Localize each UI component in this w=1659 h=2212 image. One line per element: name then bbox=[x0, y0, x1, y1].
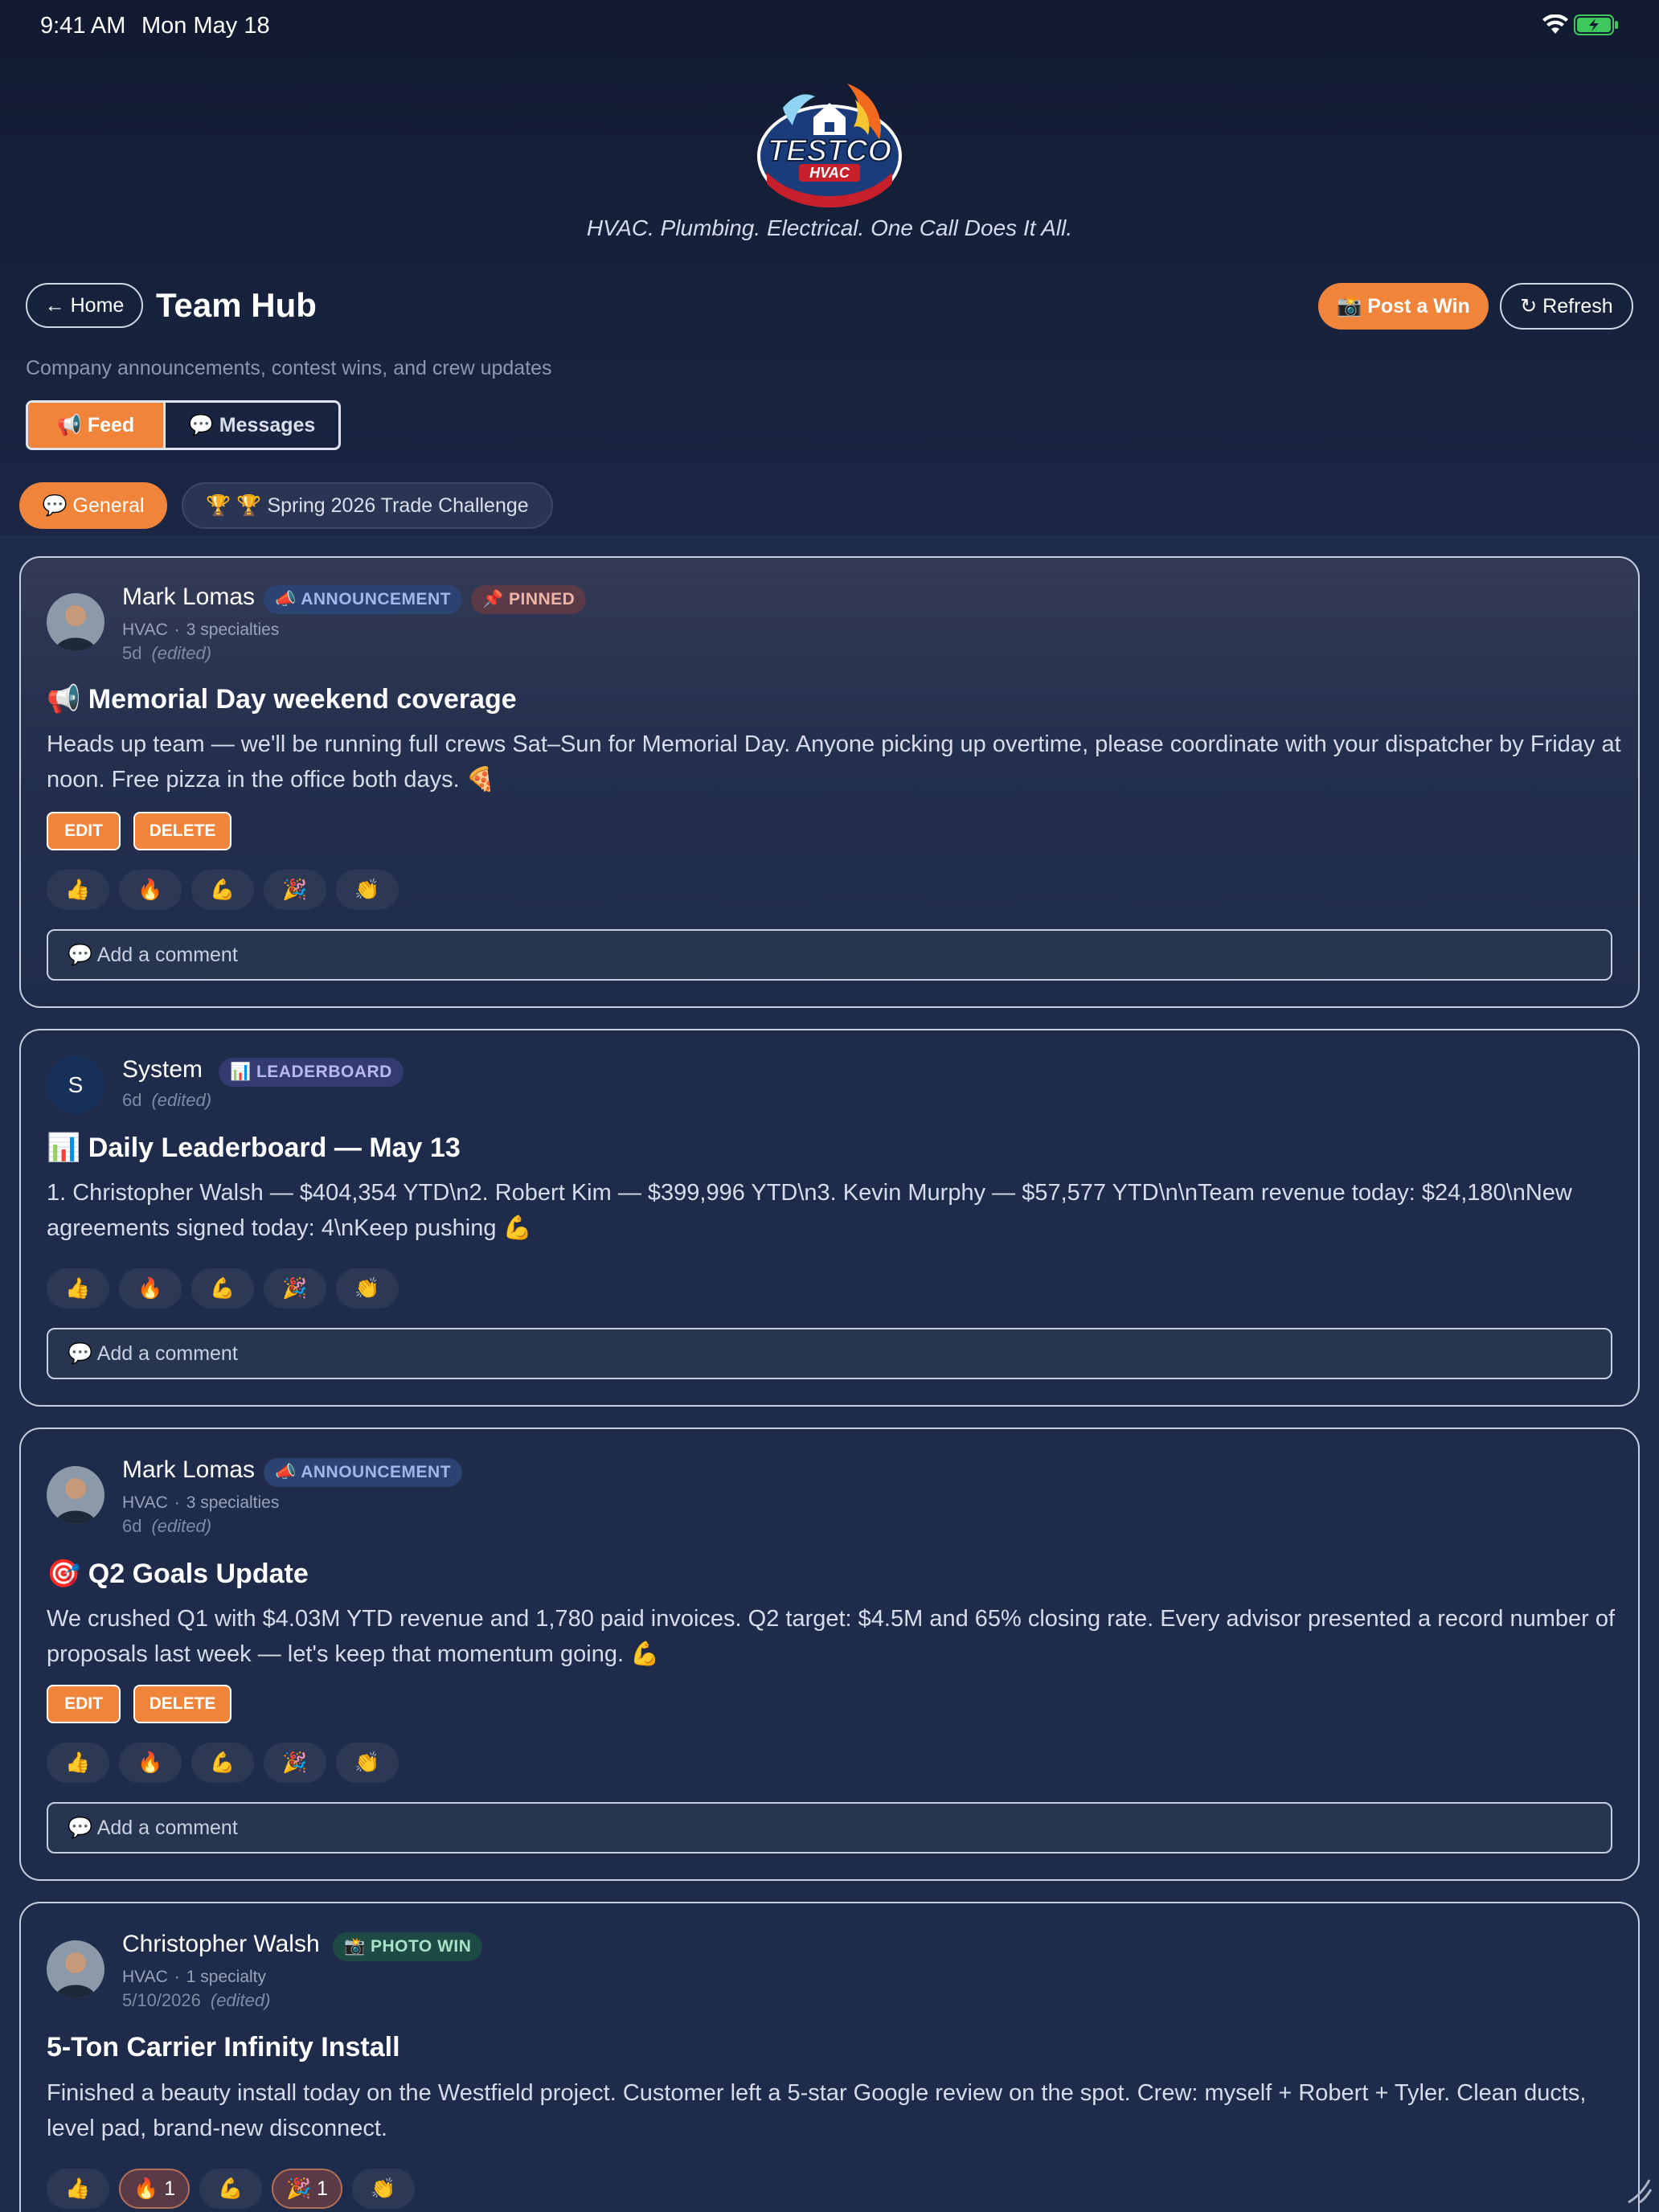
reaction-muscle[interactable]: 💪 bbox=[199, 2169, 262, 2209]
announcement-badge: 📣 ANNOUNCEMENT bbox=[264, 1458, 463, 1487]
reaction-muscle[interactable]: 💪 bbox=[191, 1743, 254, 1783]
post-time: 6d (edited) bbox=[122, 1090, 212, 1110]
comment-input[interactable]: 💬 Add a comment bbox=[47, 1328, 1612, 1379]
avatar: S bbox=[47, 1056, 104, 1114]
tagline: HVAC. Plumbing. Electrical. One Call Doe… bbox=[586, 215, 1073, 240]
avatar bbox=[47, 1940, 104, 1998]
feed-post: S System 📊 LEADERBOARD 6d (edited) 📊 Dail… bbox=[19, 1029, 1640, 1407]
feed-post: Mark Lomas 📣 ANNOUNCEMENT 📌 PINNED HVAC ·… bbox=[19, 556, 1640, 1008]
reaction-party[interactable]: 🎉 bbox=[264, 1268, 326, 1309]
reaction-muscle[interactable]: 💪 bbox=[191, 1268, 254, 1309]
reaction-clap[interactable]: 👏 bbox=[336, 1268, 399, 1309]
author-specialties: 3 specialties bbox=[186, 1493, 280, 1512]
author-trade: HVAC bbox=[122, 1493, 168, 1512]
reaction-row: 👍 🔥 💪 🎉 👏 bbox=[47, 1268, 399, 1309]
post-author[interactable]: Mark Lomas bbox=[122, 584, 255, 611]
post-title: 📢 Memorial Day weekend coverage bbox=[47, 684, 517, 715]
reaction-row: 👍 🔥 💪 🎉 👏 bbox=[47, 870, 399, 910]
reaction-thumbs-up[interactable]: 👍 bbox=[47, 2169, 109, 2209]
reaction-fire[interactable]: 🔥 1 bbox=[119, 2169, 190, 2209]
reaction-row: 👍 🔥 💪 🎉 👏 bbox=[47, 1743, 399, 1783]
announcement-badge: 📣 ANNOUNCEMENT bbox=[264, 585, 463, 614]
post-title: 📊 Daily Leaderboard — May 13 bbox=[47, 1133, 461, 1163]
comment-input[interactable]: 💬 Add a comment bbox=[47, 929, 1612, 981]
pinned-badge: 📌 PINNED bbox=[471, 585, 587, 614]
author-trade: HVAC bbox=[122, 621, 168, 639]
post-body: We crushed Q1 with $4.03M YTD revenue an… bbox=[47, 1606, 1616, 1667]
feed-post: Mark Lomas 📣 ANNOUNCEMENT HVAC · 3 special… bbox=[19, 1428, 1640, 1881]
post-author[interactable]: System bbox=[122, 1056, 203, 1083]
delete-button[interactable]: DELETE bbox=[133, 812, 231, 850]
reaction-fire[interactable]: 🔥 bbox=[119, 1268, 182, 1309]
status-bar: 9:41 AM Mon May 18 bbox=[0, 0, 1659, 51]
page-title: Team Hub bbox=[156, 286, 317, 324]
feed-post: Christopher Walsh 📸 PHOTO WIN HVAC · 1 spe… bbox=[19, 1902, 1640, 2212]
author-meta: HVAC · 1 specialty bbox=[122, 1968, 267, 1986]
comment-input[interactable]: 💬 Add a comment bbox=[47, 1802, 1612, 1854]
reaction-clap[interactable]: 👏 bbox=[351, 2169, 415, 2209]
edit-button[interactable]: EDIT bbox=[47, 812, 121, 850]
author-specialties: 3 specialties bbox=[186, 621, 280, 639]
post-time: 6d (edited) bbox=[122, 1516, 212, 1536]
post-author[interactable]: Mark Lomas bbox=[122, 1456, 255, 1484]
testco-logo: TESTCO HVAC bbox=[757, 84, 902, 208]
reaction-party[interactable]: 🎉 bbox=[264, 1743, 326, 1783]
post-body: 1. Christopher Walsh — $404,354 YTD\n2. … bbox=[47, 1180, 1572, 1241]
view-tabs: 📢 Feed 💬 Messages bbox=[26, 400, 341, 450]
post-a-win-button[interactable]: 📸 Post a Win bbox=[1318, 283, 1489, 330]
reaction-clap[interactable]: 👏 bbox=[336, 870, 399, 910]
post-title: 5-Ton Carrier Infinity Install bbox=[47, 2032, 400, 2062]
author-specialties: 1 specialty bbox=[186, 1968, 267, 1986]
channel-spring-challenge[interactable]: 🏆 🏆 Spring 2026 Trade Challenge bbox=[182, 482, 553, 529]
post-body: Finished a beauty install today on the W… bbox=[47, 2080, 1587, 2141]
refresh-button[interactable]: ↻ Refresh bbox=[1500, 283, 1633, 330]
logo-subtext: HVAC bbox=[809, 165, 850, 181]
reaction-clap[interactable]: 👏 bbox=[336, 1743, 399, 1783]
status-time: 9:41 AM bbox=[40, 13, 126, 39]
author-meta: HVAC · 3 specialties bbox=[122, 621, 280, 639]
reaction-thumbs-up[interactable]: 👍 bbox=[47, 1743, 109, 1783]
channel-general[interactable]: 💬 General bbox=[19, 482, 167, 529]
photo-win-badge: 📸 PHOTO WIN bbox=[333, 1932, 483, 1961]
page-subtitle: Company announcements, contest wins, and… bbox=[26, 357, 552, 379]
reaction-thumbs-up[interactable]: 👍 bbox=[47, 870, 109, 910]
post-time: 5/10/2026 (edited) bbox=[122, 1990, 271, 2010]
status-date: Mon May 18 bbox=[141, 13, 270, 39]
home-button[interactable]: ← Home bbox=[26, 283, 143, 328]
post-author[interactable]: Christopher Walsh bbox=[122, 1931, 320, 1958]
battery-charging-icon bbox=[1574, 14, 1618, 35]
reaction-party[interactable]: 🎉 1 bbox=[271, 2169, 342, 2209]
author-trade: HVAC bbox=[122, 1968, 168, 1986]
reaction-fire[interactable]: 🔥 bbox=[119, 1743, 182, 1783]
post-body: Heads up team — we'll be running full cr… bbox=[47, 731, 1621, 793]
post-title: 🎯 Q2 Goals Update bbox=[47, 1559, 309, 1589]
leaderboard-badge: 📊 LEADERBOARD bbox=[219, 1058, 403, 1087]
reaction-row: 👍 🔥 1 💪 🎉 1 👏 bbox=[47, 2169, 415, 2209]
author-meta: HVAC · 3 specialties bbox=[122, 1493, 280, 1512]
avatar bbox=[47, 1466, 104, 1524]
reaction-fire[interactable]: 🔥 bbox=[119, 870, 182, 910]
resize-handle-icon[interactable] bbox=[1622, 2173, 1654, 2206]
reaction-muscle[interactable]: 💪 bbox=[191, 870, 254, 910]
wifi-icon bbox=[1542, 14, 1568, 34]
edit-button[interactable]: EDIT bbox=[47, 1685, 121, 1723]
tab-messages[interactable]: 💬 Messages bbox=[163, 403, 338, 448]
post-time: 5d (edited) bbox=[122, 643, 212, 663]
tab-feed[interactable]: 📢 Feed bbox=[28, 403, 163, 448]
delete-button[interactable]: DELETE bbox=[133, 1685, 231, 1723]
reaction-thumbs-up[interactable]: 👍 bbox=[47, 1268, 109, 1309]
avatar bbox=[47, 593, 104, 651]
logo-text: TESTCO bbox=[768, 134, 891, 168]
reaction-party[interactable]: 🎉 bbox=[264, 870, 326, 910]
